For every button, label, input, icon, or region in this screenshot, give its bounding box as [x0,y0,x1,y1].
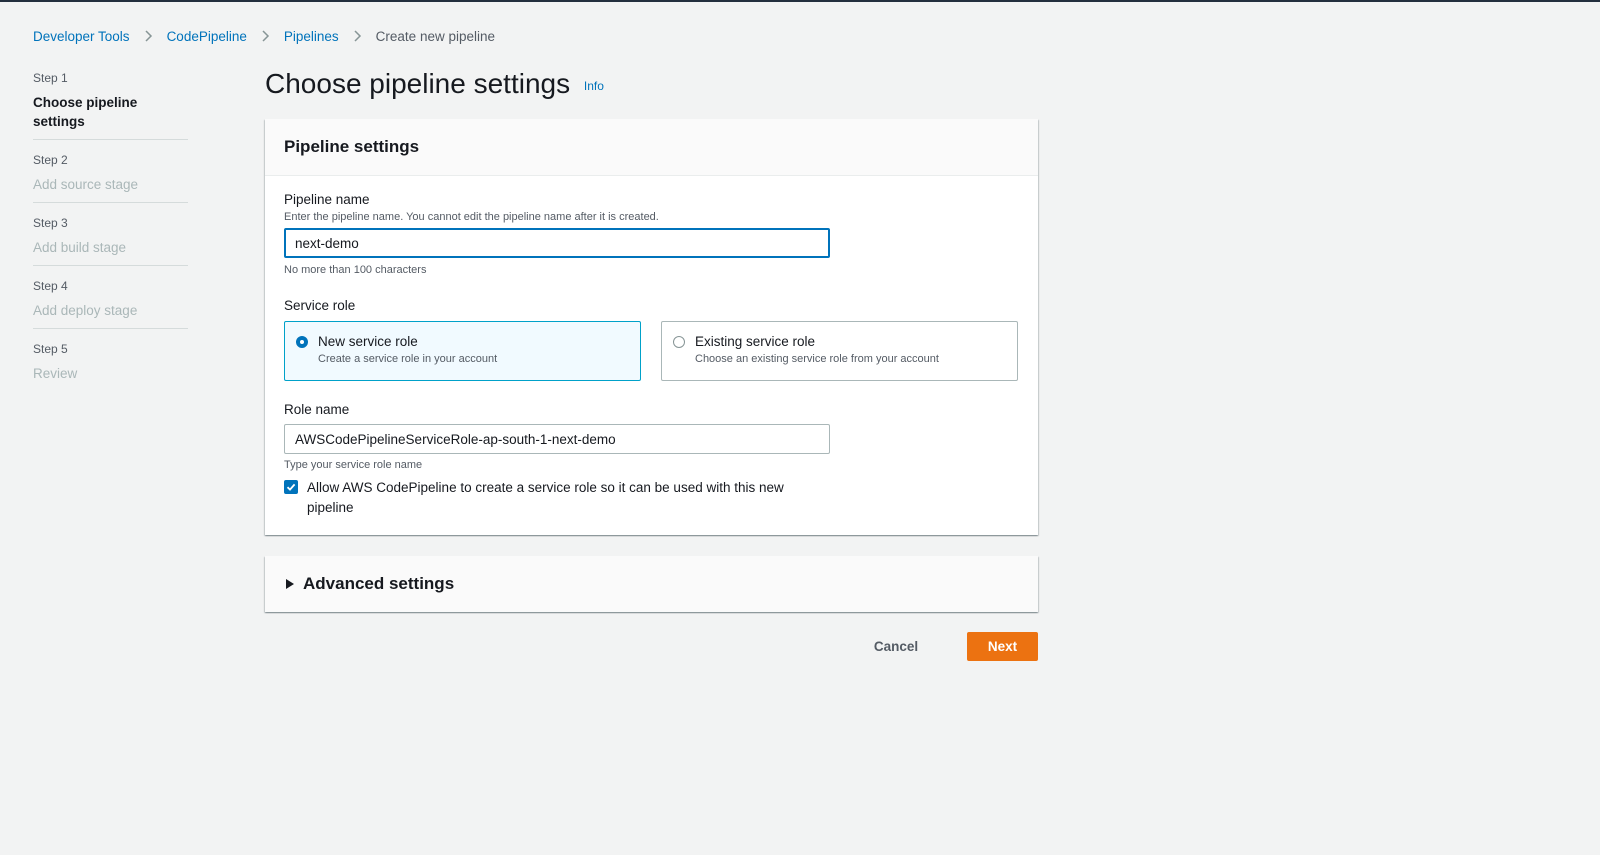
radio-button-selected[interactable] [296,336,308,348]
existing-service-role-tile[interactable]: Existing service role Choose an existing… [661,321,1018,381]
panel-title: Pipeline settings [284,137,420,156]
existing-service-role-title: Existing service role [695,334,816,349]
breadcrumb-developer-tools[interactable]: Developer Tools [33,29,130,44]
step-4: Step 4 Add deploy stage [33,278,188,329]
role-name-hint: Type your service role name [284,459,423,471]
allow-service-role-checkbox[interactable] [284,480,298,494]
page-title-text: Choose pipeline settings [265,68,571,99]
new-service-role-title: New service role [318,334,418,349]
service-role-label: Service role [284,298,356,313]
step-number: Step 1 [33,71,68,85]
breadcrumb-pipelines[interactable]: Pipelines [284,29,339,44]
breadcrumb-current: Create new pipeline [375,28,495,44]
breadcrumb: Developer Tools CodePipeline Pipelines C… [33,26,495,46]
allow-service-role-label[interactable]: Allow AWS CodePipeline to create a servi… [307,478,807,517]
new-service-role-tile[interactable]: New service role Create a service role i… [284,321,641,381]
role-name-input[interactable] [284,424,830,454]
advanced-settings-expander[interactable]: Advanced settings [265,556,1038,612]
step-number: Step 2 [33,153,68,167]
pipeline-name-label: Pipeline name [284,192,370,207]
step-2: Step 2 Add source stage [33,152,188,203]
step-title: Add deploy stage [33,303,138,318]
pipeline-name-input[interactable] [284,228,830,258]
top-bar [0,0,1600,2]
wizard-steps: Step 1 Choose pipeline settings Step 2 A… [33,70,188,403]
step-3: Step 3 Add build stage [33,215,188,266]
step-number: Step 5 [33,342,68,356]
step-title: Add source stage [33,177,139,192]
chevron-right-icon [354,30,362,42]
next-button[interactable]: Next [967,632,1038,661]
chevron-right-icon [145,30,153,42]
panel-header: Pipeline settings [265,119,1038,176]
radio-button[interactable] [673,336,685,348]
page-title: Choose pipeline settings Info [265,66,604,104]
info-link[interactable]: Info [584,79,604,93]
step-title: Add build stage [33,240,127,255]
pipeline-name-description: Enter the pipeline name. You cannot edit… [284,211,659,223]
chevron-right-icon [262,30,270,42]
step-number: Step 4 [33,279,68,293]
pipeline-settings-panel: Pipeline settings Pipeline name Enter th… [265,119,1038,535]
cancel-button[interactable]: Cancel [856,632,936,661]
existing-service-role-description: Choose an existing service role from you… [695,353,939,365]
role-name-label: Role name [284,402,350,417]
step-5: Step 5 Review [33,341,188,391]
step-1: Step 1 Choose pipeline settings [33,70,188,140]
step-title: Choose pipeline settings [33,95,138,129]
checkmark-icon [286,483,296,491]
step-title: Review [33,366,78,381]
step-number: Step 3 [33,216,68,230]
breadcrumb-codepipeline[interactable]: CodePipeline [167,29,247,44]
new-service-role-description: Create a service role in your account [318,353,498,365]
pipeline-name-constraint: No more than 100 characters [284,264,427,276]
caret-right-icon [286,579,294,589]
advanced-settings-title: Advanced settings [303,574,455,593]
